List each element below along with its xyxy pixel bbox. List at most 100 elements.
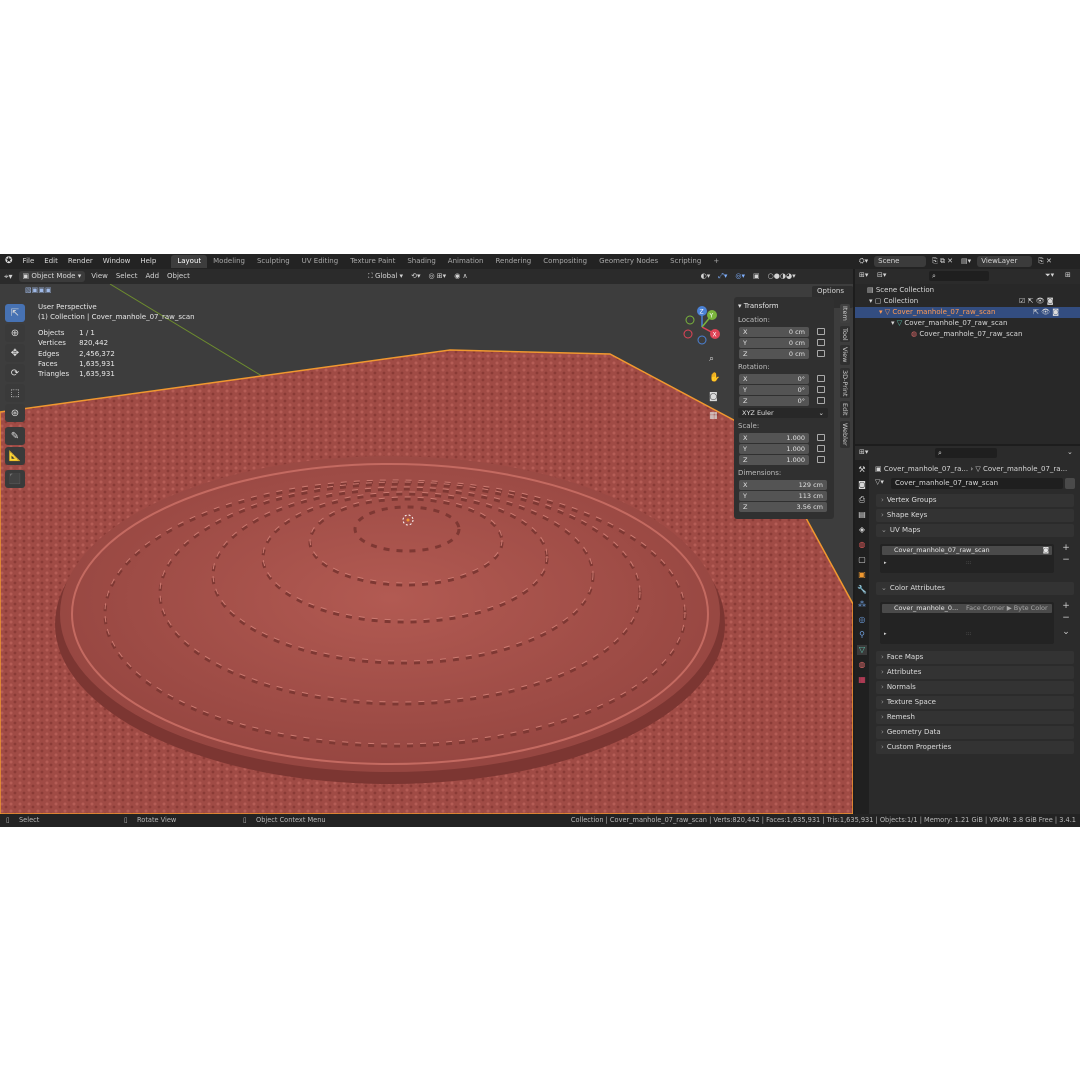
ortho-grid-icon[interactable]: ▦ bbox=[709, 407, 720, 426]
menu-object[interactable]: Object bbox=[163, 270, 194, 283]
shading-modes-icon[interactable]: ○●◑◕▾ bbox=[764, 270, 800, 283]
fake-user-icon[interactable] bbox=[1065, 478, 1075, 489]
tab-animation[interactable]: Animation bbox=[442, 255, 490, 268]
mode-select[interactable]: ▣ Object Mode ▾ bbox=[18, 271, 86, 282]
mesh-name-field[interactable]: Cover_manhole_07_raw_scan bbox=[891, 478, 1063, 489]
add-color-attribute-icon[interactable]: + bbox=[1062, 602, 1070, 611]
scene-tab-icon[interactable]: ◈ bbox=[857, 525, 867, 535]
scale-tool-icon[interactable]: ⬚ bbox=[5, 384, 25, 402]
tab-uv-editing[interactable]: UV Editing bbox=[296, 255, 345, 268]
panel-attributes[interactable]: › Attributes bbox=[876, 666, 1074, 679]
color-attribute-menu-icon[interactable]: ⌄ bbox=[1062, 628, 1070, 637]
transform-title[interactable]: ▾ Transform bbox=[738, 300, 830, 312]
breadcrumb-object[interactable]: Cover_manhole_07_ra... bbox=[884, 465, 968, 473]
location-y-field[interactable]: Y 0 cm bbox=[739, 337, 809, 348]
tab-rendering[interactable]: Rendering bbox=[489, 255, 537, 268]
lock-icon[interactable] bbox=[817, 386, 825, 393]
scale-x-field[interactable]: X 1.000 bbox=[739, 432, 809, 443]
object-tab-icon[interactable]: ▣ bbox=[857, 570, 867, 580]
menu-add[interactable]: Add bbox=[141, 270, 163, 283]
gizmo-toggle-icon[interactable]: ⤢▾ bbox=[714, 270, 731, 283]
remove-color-attribute-icon[interactable]: − bbox=[1062, 614, 1070, 623]
lock-icon[interactable] bbox=[817, 445, 825, 452]
tab-layout[interactable]: Layout bbox=[171, 255, 208, 268]
tab-view[interactable]: View bbox=[840, 345, 850, 365]
scene-icon[interactable]: ⛭▾ bbox=[855, 255, 872, 268]
lock-icon[interactable] bbox=[817, 456, 825, 463]
location-z-field[interactable]: Z 0 cm bbox=[739, 348, 809, 359]
collection-tab-icon[interactable]: ▢ bbox=[857, 555, 867, 565]
lock-icon[interactable] bbox=[817, 375, 825, 382]
world-tab-icon[interactable]: ◍ bbox=[857, 540, 867, 550]
cursor-tool-icon[interactable]: ⊕ bbox=[5, 324, 25, 342]
outliner-row-material[interactable]: ◍ Cover_manhole_07_raw_scan bbox=[855, 329, 1080, 340]
outliner-display-icon[interactable]: ⊞▾ bbox=[859, 271, 868, 279]
visibility-icon[interactable]: ◐▾ bbox=[697, 270, 715, 283]
pan-hand-icon[interactable]: ✋ bbox=[709, 369, 720, 388]
properties-search-icon[interactable]: ⌕ bbox=[935, 448, 997, 458]
rotate-tool-icon[interactable]: ⟳ bbox=[5, 364, 25, 382]
row-visibility-icons[interactable]: ⇱ 👁 ◙ bbox=[1033, 307, 1059, 318]
tab-scripting[interactable]: Scripting bbox=[664, 255, 707, 268]
constraints-tab-icon[interactable]: ⚲ bbox=[857, 630, 867, 640]
menu-render[interactable]: Render bbox=[63, 254, 98, 269]
panel-custom-properties[interactable]: › Custom Properties bbox=[876, 741, 1074, 754]
particles-tab-icon[interactable]: ⁂ bbox=[857, 600, 867, 610]
overlay-toggle-icon[interactable]: ◎▾ bbox=[731, 270, 749, 283]
properties-editor-icon[interactable]: ⊞▾ bbox=[859, 448, 868, 456]
scale-z-field[interactable]: Z 1.000 bbox=[739, 454, 809, 465]
dimensions-x-field[interactable]: X 129 cm bbox=[739, 479, 827, 490]
scene-actions-icon[interactable]: ⎘ ⧉ ✕ bbox=[928, 255, 957, 268]
panel-remesh[interactable]: › Remesh bbox=[876, 711, 1074, 724]
panel-shape-keys[interactable]: › Shape Keys bbox=[876, 509, 1074, 522]
xray-icon[interactable]: ▣ bbox=[749, 270, 764, 283]
rotation-z-field[interactable]: Z 0° bbox=[739, 395, 809, 406]
uv-map-item[interactable]: Cover_manhole_07_raw_scan ◙ bbox=[882, 546, 1052, 555]
tab-geometry-nodes[interactable]: Geometry Nodes bbox=[593, 255, 664, 268]
tab-texture-paint[interactable]: Texture Paint bbox=[344, 255, 401, 268]
panel-geometry-data[interactable]: › Geometry Data bbox=[876, 726, 1074, 739]
location-x-field[interactable]: X 0 cm bbox=[739, 326, 809, 337]
physics-tab-icon[interactable]: ◎ bbox=[857, 615, 867, 625]
lock-icon[interactable] bbox=[817, 434, 825, 441]
mesh-data-tab-icon[interactable]: ▽ bbox=[857, 645, 867, 655]
tab-sculpting[interactable]: Sculpting bbox=[251, 255, 296, 268]
editor-type-icon[interactable]: ⌖▾ bbox=[0, 270, 17, 283]
rotation-y-field[interactable]: Y 0° bbox=[739, 384, 809, 395]
select-box-tool-icon[interactable]: ⇱ bbox=[5, 304, 25, 322]
scene-field[interactable]: Scene bbox=[874, 256, 927, 267]
blender-logo-icon[interactable]: ✪ bbox=[0, 254, 18, 269]
outliner-row-mesh-data[interactable]: ▾ ▽ Cover_manhole_07_raw_scan bbox=[855, 318, 1080, 329]
panel-vertex-groups[interactable]: › Vertex Groups bbox=[876, 494, 1074, 507]
add-workspace-button[interactable]: + bbox=[707, 255, 725, 268]
remove-uv-map-icon[interactable]: − bbox=[1062, 556, 1070, 565]
panel-texture-space[interactable]: › Texture Space bbox=[876, 696, 1074, 709]
lock-icon[interactable] bbox=[817, 397, 825, 404]
panel-uv-maps[interactable]: ⌄ UV Maps bbox=[876, 524, 1074, 537]
properties-options-icon[interactable]: ⌄ bbox=[1067, 448, 1073, 456]
tab-compositing[interactable]: Compositing bbox=[537, 255, 593, 268]
outliner-row-collection[interactable]: ▾ ▢ Collection ☑ ⇱ 👁 ◙ bbox=[855, 296, 1080, 307]
snap-icon[interactable]: ◎ ⊞▾ bbox=[424, 270, 450, 283]
tab-3d-print[interactable]: 3D-Print bbox=[840, 367, 850, 399]
view-layer-field[interactable]: ViewLayer bbox=[977, 256, 1033, 267]
camera-icon[interactable]: ◙ bbox=[1043, 546, 1049, 555]
lock-icon[interactable] bbox=[817, 350, 825, 357]
pivot-icon[interactable]: ⟲▾ bbox=[407, 270, 424, 283]
add-cube-tool-icon[interactable]: ⬛ bbox=[5, 470, 25, 488]
annotate-tool-icon[interactable]: ✎ bbox=[5, 427, 25, 445]
menu-window[interactable]: Window bbox=[98, 254, 136, 269]
tab-modeling[interactable]: Modeling bbox=[207, 255, 251, 268]
output-tab-icon[interactable]: ⎙ bbox=[857, 495, 867, 505]
orientation-select[interactable]: ⛶ Global ▾ bbox=[364, 270, 407, 283]
expand-arrow-icon[interactable]: ▸ bbox=[884, 560, 887, 566]
tab-tool[interactable]: Tool bbox=[840, 325, 850, 343]
rotation-x-field[interactable]: X 0° bbox=[739, 373, 809, 384]
render-tab-icon[interactable]: ◙ bbox=[857, 480, 867, 490]
panel-normals[interactable]: › Normals bbox=[876, 681, 1074, 694]
dimensions-z-field[interactable]: Z 3.56 cm bbox=[739, 501, 827, 512]
texture-tab-icon[interactable]: ▦ bbox=[857, 675, 867, 685]
filter-icon[interactable]: ⏷▾ bbox=[1045, 271, 1054, 280]
panel-color-attributes[interactable]: ⌄ Color Attributes bbox=[876, 582, 1074, 595]
modifier-tab-icon[interactable]: 🔧 bbox=[857, 585, 867, 595]
